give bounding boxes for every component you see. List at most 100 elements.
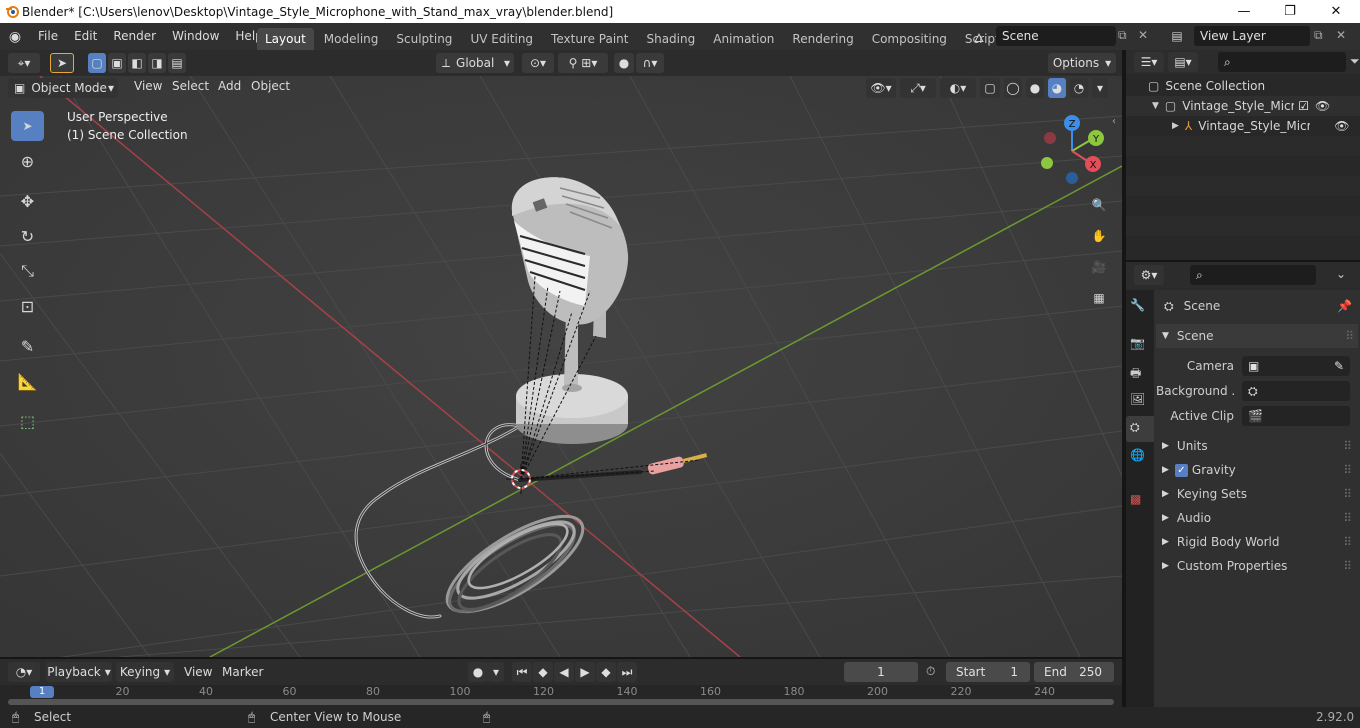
units-section[interactable]: ▶ Units ⠿ xyxy=(1156,434,1356,458)
outliner-search-input[interactable]: ⌕ xyxy=(1218,52,1346,72)
overlay-toggle-icon[interactable]: ◐▾ xyxy=(940,78,976,98)
eye-icon[interactable]: 👁 xyxy=(1315,99,1330,113)
gizmo-toggle-icon[interactable]: ⤢▾ xyxy=(900,78,936,98)
select-intersect-icon[interactable]: ▤ xyxy=(168,53,186,73)
tab-animation[interactable]: Animation xyxy=(705,28,782,50)
minimize-button[interactable]: — xyxy=(1221,0,1267,23)
stopwatch-icon[interactable]: ⏱ xyxy=(926,664,935,679)
tab-uv-editing[interactable]: UV Editing xyxy=(462,28,541,50)
tab-rendering[interactable]: Rendering xyxy=(784,28,861,50)
eyedropper-icon[interactable]: ✎ xyxy=(1334,359,1344,373)
close-button[interactable]: ✕ xyxy=(1313,0,1359,23)
pan-view-button[interactable]: ✋ xyxy=(1086,223,1112,249)
jump-start-icon[interactable]: ⏮ xyxy=(512,662,532,682)
audio-section[interactable]: ▶ Audio ⠿ xyxy=(1156,506,1356,530)
playback-dropdown[interactable]: Playback ▾ xyxy=(46,662,112,682)
gravity-section[interactable]: ▶ ✓ Gravity ⠿ xyxy=(1156,458,1356,482)
camera-field[interactable]: ▣ ✎ xyxy=(1242,356,1350,376)
drag-handle-icon[interactable]: ⠿ xyxy=(1343,559,1352,573)
remove-view-layer-icon[interactable]: ✕ xyxy=(1336,28,1346,42)
snap-icon[interactable]: ⚲ ⊞▾ xyxy=(558,53,608,73)
transform-tool[interactable]: ⊡ xyxy=(11,291,44,321)
timeline-scrollbar[interactable] xyxy=(8,699,1114,705)
rigid-body-world-section[interactable]: ▶ Rigid Body World ⠿ xyxy=(1156,530,1356,554)
3d-viewport[interactable]: Z Y X ▣ Object Mode ▾ View Select Add Obj… xyxy=(0,76,1122,657)
next-keyframe-icon[interactable]: ◆ xyxy=(596,662,616,682)
material-shading-icon[interactable]: ◕ xyxy=(1048,78,1066,98)
proportional-falloff-icon[interactable]: ∩▾ xyxy=(636,53,664,73)
outliner-row-scene-collection[interactable]: ▢ Scene Collection xyxy=(1126,76,1360,96)
tab-sculpting[interactable]: Sculpting xyxy=(388,28,460,50)
texture-tab-icon[interactable]: ▩ xyxy=(1130,492,1141,506)
menu-edit[interactable]: Edit xyxy=(66,23,105,50)
maximize-button[interactable]: ❐ xyxy=(1267,0,1313,23)
ortho-toggle-button[interactable]: ▦ xyxy=(1086,285,1112,311)
measure-tool[interactable]: 📐 xyxy=(11,366,44,396)
background-scene-field[interactable]: ⛭ xyxy=(1242,381,1350,401)
copy-scene-icon[interactable]: ⧉ xyxy=(1118,28,1127,43)
remove-scene-icon[interactable]: ✕ xyxy=(1138,28,1148,42)
record-icon[interactable]: ● xyxy=(468,662,488,682)
select-box-tool-icon[interactable]: ➤ xyxy=(50,53,74,73)
scene-field[interactable]: Scene xyxy=(996,26,1116,46)
gravity-checkbox[interactable]: ✓ xyxy=(1174,463,1188,477)
scene-tab[interactable]: ⛭ xyxy=(1126,416,1154,442)
timeline-ruler[interactable]: 20 40 60 80 100 120 140 160 180 200 220 240 1 xyxy=(0,685,1122,707)
drag-handle-icon[interactable]: ⠿ xyxy=(1343,439,1352,453)
move-tool[interactable]: ✥ xyxy=(11,186,44,216)
scene-panel-header[interactable]: ▼ Scene ⠿ xyxy=(1156,324,1358,348)
prev-keyframe-icon[interactable]: ◆ xyxy=(533,662,553,682)
wireframe-shading-icon[interactable]: ◯ xyxy=(1004,78,1022,98)
annotate-tool[interactable]: ✎ xyxy=(11,331,44,361)
sidebar-toggle-icon[interactable]: ‹ xyxy=(1112,116,1116,127)
tab-compositing[interactable]: Compositing xyxy=(864,28,955,50)
tab-modeling[interactable]: Modeling xyxy=(316,28,387,50)
play-reverse-icon[interactable]: ◀ xyxy=(554,662,574,682)
visibility-icon[interactable]: 👁▾ xyxy=(866,78,896,98)
view-layer-field[interactable]: View Layer xyxy=(1194,26,1310,46)
drag-handle-icon[interactable]: ⠿ xyxy=(1343,511,1352,525)
proportional-edit-icon[interactable]: ● xyxy=(614,53,634,73)
menu-window[interactable]: Window xyxy=(164,23,227,50)
play-icon[interactable]: ▶ xyxy=(575,662,595,682)
chevron-down-icon[interactable]: ▾ xyxy=(488,662,504,682)
select-box-tool[interactable]: ➤ xyxy=(11,111,44,141)
view-layer-tab-icon[interactable]: 🖼 xyxy=(1130,392,1145,406)
select-invert-icon[interactable]: ◨ xyxy=(148,53,166,73)
current-frame-field[interactable]: 1 xyxy=(844,662,918,682)
scale-tool[interactable]: ⤡ xyxy=(11,256,44,286)
pivot-point-icon[interactable]: ⊙▾ xyxy=(522,53,554,73)
tool-tab-icon[interactable]: 🔧 xyxy=(1130,298,1145,312)
menu-file[interactable]: File xyxy=(30,23,66,50)
view-layer-browse-icon[interactable]: ▤ xyxy=(1162,26,1192,46)
keying-dropdown[interactable]: Keying ▾ xyxy=(116,662,174,682)
world-tab-icon[interactable]: 🌐 xyxy=(1130,448,1145,462)
menu-render[interactable]: Render xyxy=(105,23,164,50)
end-frame-field[interactable]: End 250 xyxy=(1034,662,1114,682)
timeline-menu-marker[interactable]: Marker xyxy=(214,659,271,685)
filter-icon[interactable]: ⏷ xyxy=(1350,54,1360,69)
copy-view-layer-icon[interactable]: ⧉ xyxy=(1314,28,1323,43)
select-subtract-icon[interactable]: ◧ xyxy=(128,53,146,73)
start-frame-field[interactable]: Start 1 xyxy=(946,662,1030,682)
camera-view-button[interactable]: 🎥 xyxy=(1086,254,1112,280)
pin-icon[interactable]: 📌 xyxy=(1337,299,1352,313)
cursor-tool[interactable]: ⊕ xyxy=(11,146,44,176)
select-extend-icon[interactable]: ▣ xyxy=(108,53,126,73)
viewport-menu-object[interactable]: Object xyxy=(243,76,298,98)
scene-browse-icon[interactable]: 🜂 xyxy=(964,26,994,46)
shading-options-icon[interactable]: ▾ xyxy=(1092,78,1108,98)
add-cube-tool[interactable]: ⬚ xyxy=(11,406,44,436)
drag-handle-icon[interactable]: ⠿ xyxy=(1343,463,1352,477)
tab-shading[interactable]: Shading xyxy=(638,28,703,50)
custom-properties-section[interactable]: ▶ Custom Properties ⠿ xyxy=(1156,554,1356,578)
transform-orientation-dropdown[interactable]: ⟂ Global ▾ xyxy=(436,53,514,73)
options-dropdown[interactable]: Options ▾ xyxy=(1048,53,1116,73)
chevron-down-icon[interactable]: ⌄ xyxy=(1336,267,1346,281)
drag-handle-icon[interactable]: ⠿ xyxy=(1345,329,1354,343)
checkbox-icon[interactable]: ☑ xyxy=(1298,99,1309,113)
keying-sets-section[interactable]: ▶ Keying Sets ⠿ xyxy=(1156,482,1356,506)
render-tab-icon[interactable]: 📷 xyxy=(1130,336,1145,350)
current-frame-indicator[interactable]: 1 xyxy=(30,686,54,698)
active-clip-field[interactable]: 🎬 xyxy=(1242,406,1350,426)
